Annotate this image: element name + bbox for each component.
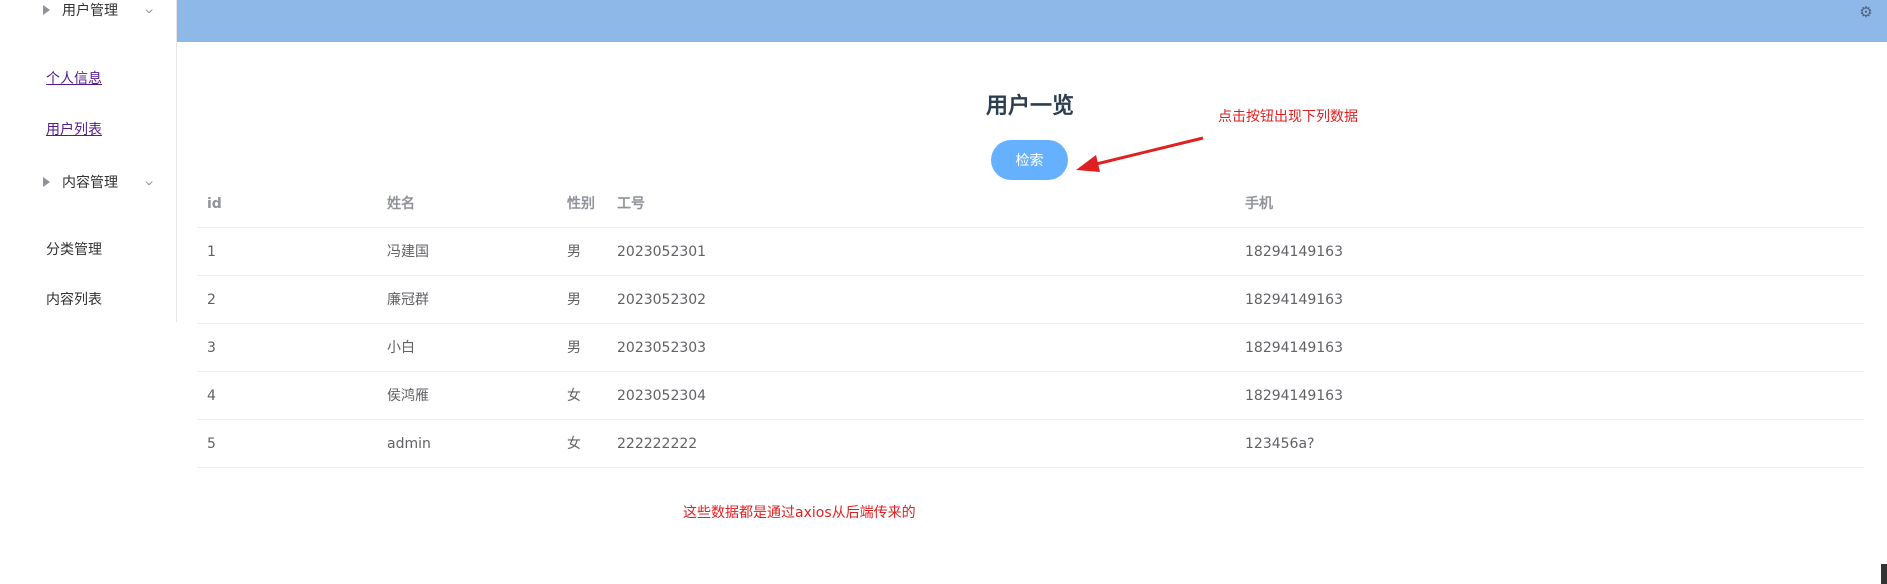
cell-name: admin	[387, 436, 431, 452]
top-header: ⚙	[177, 0, 1887, 42]
cell-phone: 18294149163	[1245, 388, 1343, 404]
cell-phone: 18294149163	[1245, 244, 1343, 260]
table-row[interactable]: 1 冯建国 男 2023052301 18294149163	[197, 228, 1864, 276]
cell-phone: 18294149163	[1245, 340, 1343, 356]
table-header-row: id 姓名 性别 工号 手机	[197, 180, 1864, 228]
window-corner	[1881, 564, 1887, 584]
cell-gender: 女	[567, 388, 581, 404]
cell-employee-no: 222222222	[617, 436, 698, 452]
sidebar-item-user-list[interactable]: 用户列表	[46, 119, 102, 139]
column-header-id: id	[207, 196, 222, 212]
caret-right-icon	[43, 177, 50, 187]
caret-right-icon	[43, 5, 50, 15]
cell-name: 廉冠群	[387, 292, 429, 308]
sidebar-item-category[interactable]: 分类管理	[46, 239, 102, 259]
cell-gender: 男	[567, 292, 581, 308]
table-row[interactable]: 5 admin 女 222222222 123456a?	[197, 420, 1864, 468]
cell-name: 冯建国	[387, 244, 429, 260]
annotation-bottom: 这些数据都是通过axios从后端传来的	[683, 505, 916, 521]
sidebar: 用户管理 ^ 个人信息 用户列表 内容管理 ^ 分类管理 内容列表	[0, 0, 177, 322]
cell-phone: 18294149163	[1245, 292, 1343, 308]
column-header-gender: 性别	[567, 196, 595, 212]
gear-icon[interactable]: ⚙	[1857, 3, 1875, 21]
search-button[interactable]: 检索	[991, 140, 1068, 180]
cell-phone: 123456a?	[1245, 436, 1315, 452]
column-header-name: 姓名	[387, 196, 415, 212]
page-title: 用户一览	[985, 94, 1074, 119]
menu-group-user-management[interactable]: 用户管理 ^	[0, 0, 177, 22]
column-header-phone: 手机	[1245, 196, 1273, 212]
cell-employee-no: 2023052301	[617, 244, 707, 260]
annotation-arrow	[1076, 136, 1204, 172]
cell-id: 3	[207, 340, 216, 356]
cell-id: 1	[207, 244, 216, 260]
sidebar-item-content-list[interactable]: 内容列表	[46, 289, 102, 309]
annotation-top: 点击按钮出现下列数据	[1218, 109, 1358, 125]
cell-employee-no: 2023052303	[617, 340, 707, 356]
cell-employee-no: 2023052304	[617, 388, 707, 404]
cell-id: 2	[207, 292, 216, 308]
cell-gender: 女	[567, 436, 581, 452]
cell-name: 小白	[387, 340, 415, 356]
table-row[interactable]: 2 廉冠群 男 2023052302 18294149163	[197, 276, 1864, 324]
user-table: id 姓名 性别 工号 手机 1 冯建国 男 2023052301 182941…	[197, 180, 1864, 468]
cell-name: 侯鸿雁	[387, 388, 429, 404]
menu-group-label: 内容管理	[62, 175, 118, 191]
column-header-employee-no: 工号	[617, 196, 645, 212]
chevron-up-icon: ^	[143, 173, 154, 187]
cell-gender: 男	[567, 340, 581, 356]
table-row[interactable]: 3 小白 男 2023052303 18294149163	[197, 324, 1864, 372]
chevron-up-icon: ^	[143, 1, 154, 15]
cell-id: 5	[207, 436, 216, 452]
table-row[interactable]: 4 侯鸿雁 女 2023052304 18294149163	[197, 372, 1864, 420]
sidebar-item-profile[interactable]: 个人信息	[46, 68, 102, 88]
menu-group-content-management[interactable]: 内容管理 ^	[0, 170, 177, 194]
cell-id: 4	[207, 388, 216, 404]
cell-gender: 男	[567, 244, 581, 260]
menu-group-label: 用户管理	[62, 3, 118, 19]
cell-employee-no: 2023052302	[617, 292, 707, 308]
